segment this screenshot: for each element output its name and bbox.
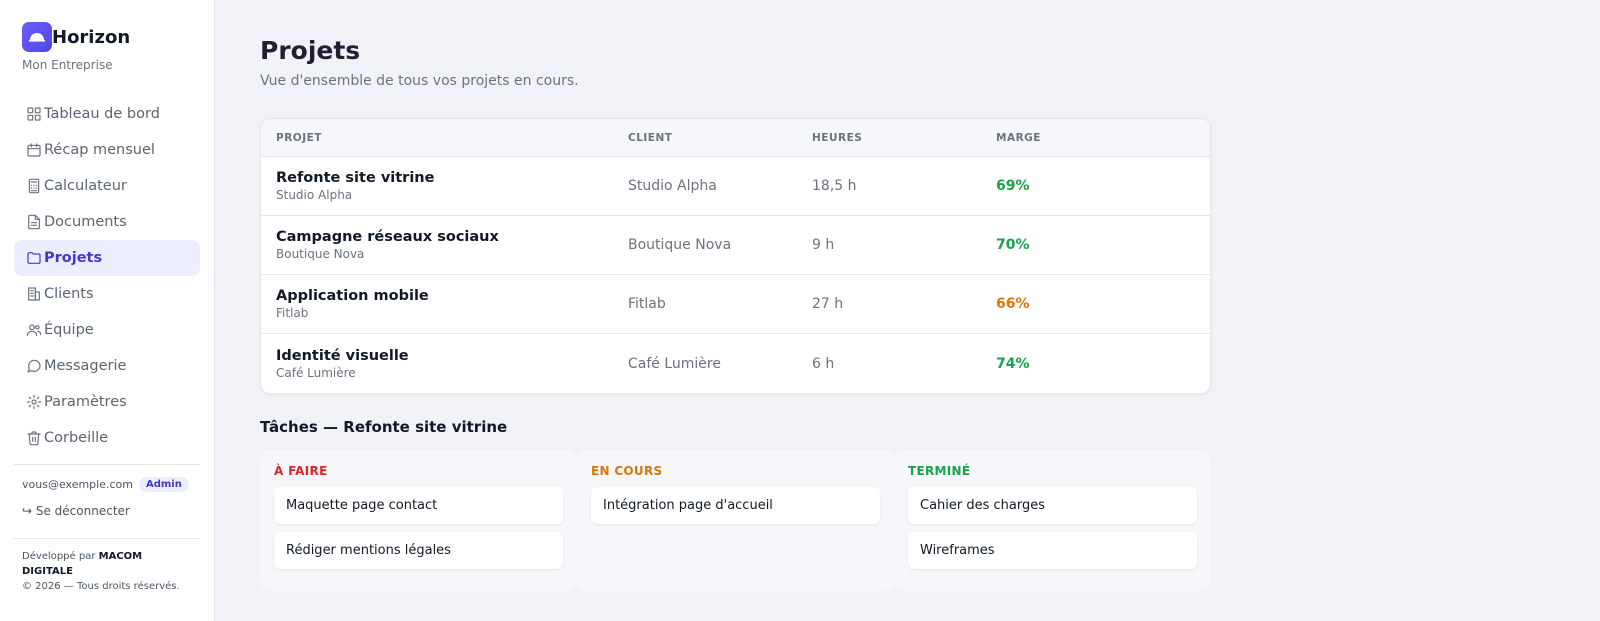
projects-table: PROJET CLIENT HEURES MARGE Refonte site … [260, 118, 1211, 394]
sidebar-item-equipe[interactable]: Équipe [14, 312, 200, 348]
folder-icon [27, 252, 41, 264]
project-client-sub: Fitlab [276, 306, 309, 320]
hours-cell: 6 h [812, 355, 835, 372]
column-a-faire: À FAIRE Maquette page contact Rédiger me… [260, 450, 577, 591]
user-info: vous@exemple.com Admin [14, 465, 200, 492]
sidebar-item-parametres[interactable]: Paramètres [14, 384, 200, 420]
margin-cell: 74% [996, 355, 1030, 372]
sidebar-item-label: Messagerie [44, 358, 127, 374]
project-cell: Identité visuelle Café Lumière [261, 348, 628, 380]
sidebar-item-label: Clients [44, 286, 94, 302]
sidebar-item-label: Documents [44, 214, 127, 230]
sidebar-footer: Développé par MACOM DIGITALE © 2026 — To… [14, 539, 200, 594]
sidebar-item-label: Projets [44, 250, 103, 266]
sidebar-item-messagerie[interactable]: Messagerie [14, 348, 200, 384]
project-cell: Application mobile Fitlab [261, 288, 628, 320]
document-icon [28, 214, 40, 230]
page-title: Projets [260, 36, 361, 65]
brand-logo-icon [22, 22, 52, 52]
sidebar-item-label: Équipe [44, 322, 94, 338]
sidebar-item-corbeille[interactable]: Corbeille [14, 420, 200, 456]
column-termine: TERMINÉ Cahier des charges Wireframes [894, 450, 1211, 591]
sidebar-item-label: Tableau de bord [44, 106, 160, 122]
margin-cell: 69% [996, 178, 1030, 194]
sidebar-item-label: Corbeille [44, 430, 109, 446]
column-title: TERMINÉ [908, 464, 971, 478]
client-cell: Café Lumière [628, 355, 721, 372]
sidebar-item-projets[interactable]: Projets [14, 240, 200, 276]
task-card[interactable]: Intégration page d'accueil [591, 487, 880, 524]
brand-name: Horizon [52, 26, 131, 48]
project-cell: Refonte site vitrine Studio Alpha [261, 170, 628, 202]
footer-copyright: © 2026 — Tous droits réservés. [22, 581, 180, 592]
column-title: EN COURS [591, 464, 663, 478]
role-badge: Admin [138, 477, 189, 492]
sidebar-item-tableau-de-bord[interactable]: Tableau de bord [14, 96, 200, 132]
client-cell: Boutique Nova [628, 237, 732, 253]
table-row[interactable]: Campagne réseaux sociaux Boutique Nova B… [261, 216, 1210, 275]
task-card[interactable]: Wireframes [908, 532, 1197, 569]
project-client-sub: Café Lumière [276, 365, 356, 380]
sidebar-item-recap-mensuel[interactable]: Récap mensuel [14, 132, 200, 168]
client-cell: Studio Alpha [628, 178, 717, 194]
brand[interactable]: Horizon [14, 22, 200, 52]
margin-cell: 70% [996, 237, 1030, 253]
sidebar-item-label: Paramètres [44, 394, 127, 410]
task-card[interactable]: Maquette page contact [274, 487, 563, 524]
project-client-sub: Studio Alpha [276, 188, 353, 202]
dashboard-icon [27, 107, 41, 121]
gear-icon [26, 394, 42, 410]
table-row[interactable]: Application mobile Fitlab Fitlab 27 h 66… [261, 275, 1210, 334]
column-title: À FAIRE [274, 464, 328, 478]
table-row[interactable]: Refonte site vitrine Studio Alpha Studio… [261, 157, 1210, 216]
column-header-client[interactable]: CLIENT [628, 132, 812, 144]
message-icon [27, 359, 41, 373]
page-subtitle: Vue d'ensemble de tous vos projets en co… [260, 73, 579, 89]
footer-dev-prefix: Développé par [22, 551, 99, 562]
sidebar-item-clients[interactable]: Clients [14, 276, 200, 312]
sidebar: Horizon Mon Entreprise Tableau de bord R… [0, 0, 215, 621]
table-row[interactable]: Identité visuelle Café Lumière Café Lumi… [261, 334, 1210, 393]
calendar-icon [27, 143, 41, 157]
task-board: À FAIRE Maquette page contact Rédiger me… [260, 450, 1211, 591]
sidebar-item-label: Calculateur [44, 178, 127, 194]
column-header-heures[interactable]: HEURES [812, 132, 996, 144]
trash-icon [27, 431, 41, 446]
project-name[interactable]: Refonte site vitrine [276, 170, 628, 186]
hours-cell: 27 h [812, 296, 844, 312]
project-name[interactable]: Campagne réseaux sociaux [276, 229, 628, 245]
table-header: PROJET CLIENT HEURES MARGE [261, 119, 1210, 157]
task-card[interactable]: Rédiger mentions légales [274, 532, 563, 569]
task-card[interactable]: Cahier des charges [908, 487, 1197, 524]
calculator-icon [28, 178, 40, 194]
margin-cell: 66% [996, 296, 1030, 312]
project-client-sub: Boutique Nova [276, 247, 365, 261]
building-icon [28, 287, 40, 301]
project-name[interactable]: Application mobile [276, 288, 628, 304]
client-cell: Fitlab [628, 296, 666, 312]
column-en-cours: EN COURS Intégration page d'accueil [577, 450, 894, 591]
sidebar-item-label: Récap mensuel [44, 142, 155, 158]
logout-link[interactable]: ↪ Se déconnecter [14, 492, 200, 530]
column-header-projet[interactable]: PROJET [261, 132, 628, 144]
hours-cell: 9 h [812, 237, 835, 253]
main-content: Projets Vue d'ensemble de tous vos proje… [215, 0, 1600, 621]
sidebar-item-documents[interactable]: Documents [14, 204, 200, 240]
company-name: Mon Entreprise [22, 58, 113, 72]
sidebar-item-calculateur[interactable]: Calculateur [14, 168, 200, 204]
hours-cell: 18,5 h [812, 178, 857, 194]
project-cell: Campagne réseaux sociaux Boutique Nova [261, 229, 628, 261]
project-name[interactable]: Identité visuelle [276, 348, 628, 364]
users-icon [26, 324, 42, 336]
sidebar-nav: Tableau de bord Récap mensuel Calculateu… [14, 96, 200, 456]
user-email: vous@exemple.com [22, 478, 133, 491]
column-header-marge[interactable]: MARGE [996, 132, 1180, 144]
tasks-title: Tâches — Refonte site vitrine [260, 418, 508, 436]
